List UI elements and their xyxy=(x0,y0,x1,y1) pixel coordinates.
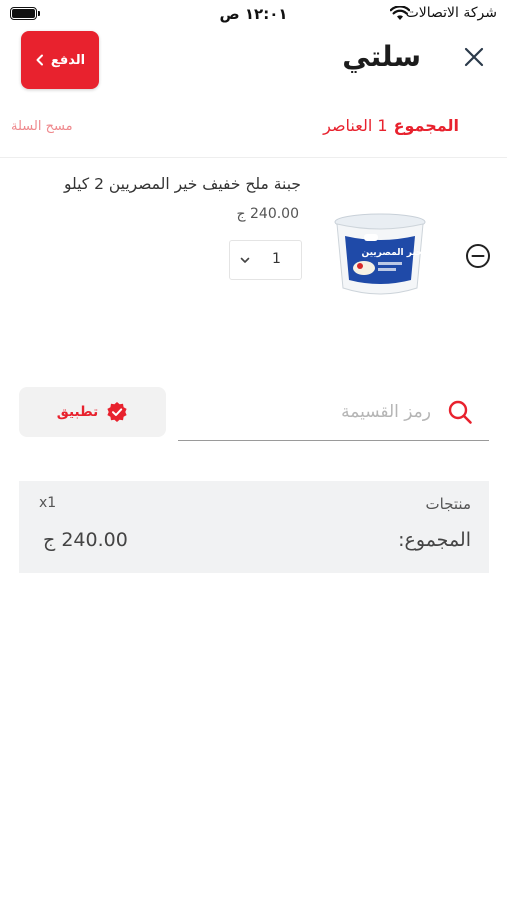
cart-item: جبنة ملح خفيف خير المصريين 2 كيلو 240.00… xyxy=(0,170,507,310)
summary-items-count: 1 العناصر xyxy=(323,116,388,135)
status-bar: ١٢:٠١ ص شركة الاتصالات xyxy=(0,0,507,28)
chevron-left-icon xyxy=(36,54,43,66)
carrier-name: شركة الاتصالات xyxy=(405,5,497,21)
totals-panel: منتجات x1 المجموع: 240.00 ج xyxy=(19,481,489,573)
divider xyxy=(0,157,507,158)
cart-summary: مسح السلة المجموع 1 العناصر xyxy=(0,112,507,142)
search-icon xyxy=(448,400,472,424)
apply-coupon-label: تطبيق xyxy=(56,404,99,420)
header: الدفع سلتي xyxy=(0,28,507,98)
coupon-field xyxy=(178,388,489,441)
close-icon[interactable] xyxy=(463,46,485,68)
quantity-select[interactable]: 1 xyxy=(229,240,302,280)
summary-total-label: المجموع xyxy=(393,116,459,135)
item-name: جبنة ملح خفيف خير المصريين 2 كيلو xyxy=(63,175,301,193)
badge-check-icon xyxy=(107,402,127,422)
chevron-down-icon xyxy=(240,257,250,263)
cart-summary-text: المجموع 1 العناصر xyxy=(323,116,459,135)
remove-item-icon[interactable] xyxy=(465,243,491,269)
checkout-button-label: الدفع xyxy=(50,52,86,68)
apply-coupon-button[interactable]: تطبيق xyxy=(19,387,166,437)
page-title: سلتي xyxy=(342,40,421,73)
checkout-button[interactable]: الدفع xyxy=(21,31,99,89)
products-label: منتجات xyxy=(425,495,471,513)
product-image: خير المصريين xyxy=(334,213,426,295)
total-label: المجموع: xyxy=(398,529,471,551)
clear-cart-button[interactable]: مسح السلة xyxy=(11,119,73,134)
coupon-input[interactable] xyxy=(201,396,431,428)
product-label-text: خير المصريين xyxy=(361,248,422,258)
products-count: x1 xyxy=(39,495,57,511)
quantity-value: 1 xyxy=(272,251,281,267)
item-price: 240.00 ج xyxy=(236,206,300,222)
total-value: 240.00 ج xyxy=(43,529,128,551)
